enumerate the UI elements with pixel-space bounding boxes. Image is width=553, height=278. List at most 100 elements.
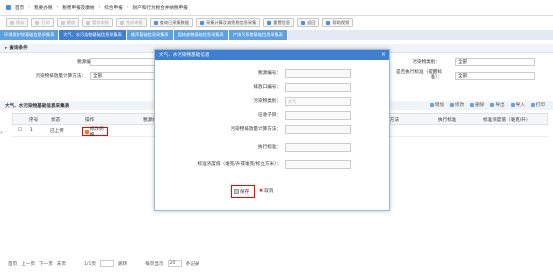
form-label: 执行标准： xyxy=(258,145,281,150)
grid-tool-button[interactable]: 打印 xyxy=(530,102,545,108)
toolbar-button[interactable]: 完成申报 xyxy=(115,18,147,27)
pager-prev[interactable]: 上一页 xyxy=(21,261,35,267)
breadcrumb-item[interactable]: 税费申报及缴纳 xyxy=(62,5,94,11)
form-input[interactable]: 大气 xyxy=(285,97,351,106)
grid-tool-button[interactable]: 导出 xyxy=(490,102,505,108)
calc-method-select[interactable]: 全部 xyxy=(90,72,160,80)
toolbar-icon xyxy=(86,20,91,25)
tab[interactable]: 产排污系数基础信息采集表 xyxy=(228,30,288,40)
form-label: 污染物类别： xyxy=(253,99,281,104)
edit-detail-button[interactable]: 修改明细 xyxy=(82,127,108,138)
tab[interactable]: 固体废物基础信息采集表 xyxy=(173,30,229,40)
breadcrumb-separator: › xyxy=(98,5,101,10)
form-input[interactable] xyxy=(285,69,351,78)
grid-tool-label: 导入 xyxy=(515,103,525,108)
grid-tool-icon xyxy=(490,103,495,107)
grid-toolbar: 增加 修改 删除 导出 导入 打印 xyxy=(429,102,545,108)
pager-first[interactable]: 首页 xyxy=(8,261,17,267)
form-row: 征收子目： xyxy=(155,111,389,120)
toolbar-icon xyxy=(153,20,158,25)
toolbar-icon xyxy=(200,20,205,25)
form-input[interactable] xyxy=(285,160,351,169)
toolbar-button[interactable]: 保存 xyxy=(6,18,29,27)
form-row: 排放口编号： xyxy=(155,83,389,92)
toolbar-button-label: 暂存申报 xyxy=(92,19,109,25)
grid-tool-icon xyxy=(449,103,454,107)
form-label: 污染物排放量计算方法： xyxy=(230,127,281,132)
grid-tool-label: 删除 xyxy=(475,103,485,108)
toolbar-button[interactable]: 帮助视频 xyxy=(322,18,354,27)
breadcrumb-item[interactable]: 我要办税 xyxy=(34,5,52,11)
col-header-action: 操作 xyxy=(85,118,95,123)
toolbar-button-label: 查询已采集数据 xyxy=(159,19,190,25)
toolbar-button[interactable]: 暂存申报 xyxy=(82,18,113,27)
form-label: 税源编号： xyxy=(258,71,281,76)
tab[interactable]: 噪声基础信息采集表 xyxy=(126,30,174,40)
toolbar-button[interactable]: 查询已采集数据 xyxy=(149,18,194,27)
breadcrumb-separator: › xyxy=(28,5,31,10)
save-icon xyxy=(234,189,239,194)
pollutant-category-select[interactable]: 全部 xyxy=(455,58,535,66)
expand-panel-arrow[interactable]: » xyxy=(0,130,4,140)
pager-count: 条记录 xyxy=(185,261,200,267)
pager-last[interactable]: 末页 xyxy=(57,261,66,267)
form-input[interactable] xyxy=(285,83,351,92)
pager-next[interactable]: 下一页 xyxy=(39,261,53,267)
form-row: 税源编号： xyxy=(155,69,389,78)
dialog-header: 大气、水污染物基础信息 xyxy=(155,50,389,60)
toolbar-button[interactable]: 采集计算及减免税信息采集 xyxy=(196,18,261,27)
form-input[interactable] xyxy=(285,143,351,152)
toolbar-button[interactable]: 删除 xyxy=(56,18,80,27)
form-input[interactable] xyxy=(285,111,351,120)
row-checkbox[interactable]: ☐ xyxy=(18,128,22,133)
toolbar-button-label: 帮助视频 xyxy=(332,19,350,25)
save-button[interactable]: 保存 xyxy=(231,185,255,198)
breadcrumb-separator: › xyxy=(56,5,59,10)
form-row: 标准浓度值（毫克/升或毫克/标立方米）： xyxy=(155,160,389,169)
grid-tool-button[interactable]: 增加 xyxy=(429,102,444,108)
pager-per-page-select[interactable]: 20 xyxy=(167,260,182,267)
home-icon[interactable] xyxy=(6,5,11,10)
toolbar-icon xyxy=(10,20,14,25)
grid-tool-icon xyxy=(530,103,535,107)
close-icon[interactable]: × xyxy=(381,51,386,58)
grid-tool-icon xyxy=(470,103,475,107)
cancel-button[interactable]: ✖ 取消 xyxy=(259,188,273,194)
form-input[interactable] xyxy=(285,125,351,134)
dialog-title: 大气、水污染物基础信息 xyxy=(159,53,210,58)
pager-goto-input[interactable] xyxy=(100,260,114,267)
col-header-status: 状态 xyxy=(51,118,61,123)
calc-method-label: 污染物排放量计算方法： xyxy=(35,74,86,79)
form-row: 执行标准： xyxy=(155,143,389,152)
standard-select[interactable]: 全部 xyxy=(455,72,535,80)
col-header-standard: 执行标准 xyxy=(438,118,457,123)
toolbar-button-label: 删除 xyxy=(66,19,76,25)
breadcrumb-item[interactable]: 综合申报 xyxy=(104,5,122,11)
close-icon: ✖ xyxy=(259,188,264,194)
grid-tool-label: 增加 xyxy=(434,103,444,108)
toolbar-button[interactable]: 打印 xyxy=(31,18,54,27)
breadcrumb-item-home[interactable]: 首页 xyxy=(15,5,24,11)
col-header-standard-concentration: 标准浓度值（毫克/升） xyxy=(483,118,531,123)
grid-tool-button[interactable]: 修改 xyxy=(449,102,464,108)
tax-id-input[interactable] xyxy=(90,58,160,66)
row-index: 1 xyxy=(30,128,33,133)
grid-tool-button[interactable]: 删除 xyxy=(470,102,484,108)
pager-goto[interactable]: 跳转 xyxy=(118,261,127,267)
toolbar-button-label: 重置信息 xyxy=(273,19,291,25)
toolbar-button-label: 完成申报 xyxy=(125,19,143,25)
grid-tool-icon xyxy=(510,103,515,107)
toolbar: 保存 打印 删除 暂存申报 完成申报 查询已采集数据 采集计算及减免税信息采集 重置信息 返回 帮… xyxy=(0,17,553,28)
toolbar-button-label: 返回 xyxy=(307,19,316,25)
grid-tool-label: 导出 xyxy=(495,103,505,108)
toolbar-icon xyxy=(326,20,331,25)
row-status: 已上传 xyxy=(50,129,64,134)
toolbar-button-label: 保存 xyxy=(16,19,25,25)
tab[interactable]: 环境保护税基础信息采集表 xyxy=(0,30,60,40)
toolbar-button[interactable]: 返回 xyxy=(297,18,320,27)
form-row: 污染物排放量计算方法： xyxy=(155,125,389,134)
tab[interactable]: 大气、水污染物基础信息采集表 xyxy=(59,30,127,40)
toolbar-button[interactable]: 重置信息 xyxy=(263,18,295,27)
collapse-icon[interactable]: ▸ xyxy=(5,46,7,51)
grid-tool-button[interactable]: 导入 xyxy=(510,102,525,108)
